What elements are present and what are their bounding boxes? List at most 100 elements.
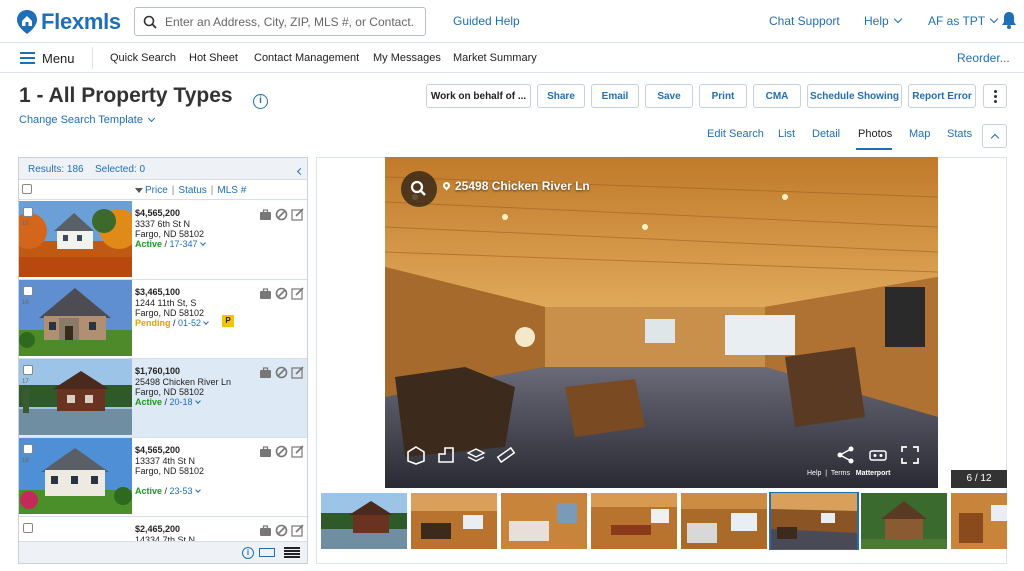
share-icon[interactable] — [835, 444, 857, 466]
photo-thumbnail[interactable] — [321, 493, 407, 549]
matterport-terms-link[interactable]: Terms — [831, 470, 850, 477]
briefcase-icon[interactable] — [259, 208, 272, 221]
select-all-checkbox[interactable] — [22, 184, 32, 194]
tab-photos[interactable]: Photos — [858, 128, 892, 140]
cma-button[interactable]: CMA — [753, 84, 801, 108]
ban-icon[interactable] — [275, 208, 288, 221]
listing-status: Active / 17-347 — [135, 239, 206, 249]
save-button[interactable]: Save — [645, 84, 693, 108]
tab-stats[interactable]: Stats — [947, 128, 972, 140]
row-checkbox[interactable] — [23, 365, 33, 375]
vr-icon[interactable] — [867, 444, 889, 466]
listing-row[interactable]: 18 $4,565,200 13337 4th St N Fargo, ND 5… — [19, 438, 307, 517]
menu-item-quick-search[interactable]: Quick Search — [110, 52, 176, 64]
pending-badge: P — [222, 315, 234, 327]
dollhouse-icon[interactable] — [405, 444, 427, 466]
listing-row-selected[interactable]: 17 $1,760,100 25498 Chicken River Ln Far… — [19, 359, 307, 438]
mls-number[interactable]: 17-347 — [170, 239, 206, 249]
briefcase-icon[interactable] — [259, 287, 272, 300]
listing-photo[interactable] — [19, 359, 132, 435]
info-icon[interactable]: i — [253, 94, 268, 109]
flexmls-logo[interactable]: Flexmls — [16, 9, 121, 35]
listing-photo[interactable] — [19, 438, 132, 514]
row-checkbox[interactable] — [23, 207, 33, 217]
photo-thumbnail-active[interactable] — [769, 492, 859, 550]
status-label: Active — [135, 239, 163, 249]
main-photo[interactable]: 25498 Chicken River Ln Help | Terms Matt… — [385, 157, 938, 488]
briefcase-icon[interactable] — [259, 524, 272, 537]
mls-number[interactable]: 23-53 — [170, 486, 201, 496]
change-search-template[interactable]: Change Search Template — [19, 114, 155, 126]
help-menu[interactable]: Help — [864, 14, 902, 28]
print-button[interactable]: Print — [699, 84, 747, 108]
edit-note-icon[interactable] — [291, 366, 304, 379]
hamburger-icon[interactable] — [20, 52, 35, 64]
matterport-brand[interactable]: Matterport — [856, 470, 891, 477]
row-checkbox[interactable] — [23, 444, 33, 454]
briefcase-icon[interactable] — [259, 366, 272, 379]
work-on-behalf-button[interactable]: Work on behalf of ... — [426, 84, 531, 108]
photo-thumbnail[interactable] — [501, 493, 587, 549]
user-menu[interactable]: AF as TPT — [928, 14, 999, 28]
ban-icon[interactable] — [275, 366, 288, 379]
tab-map[interactable]: Map — [909, 128, 930, 140]
photo-thumbnail[interactable] — [861, 493, 947, 549]
edit-note-icon[interactable] — [291, 445, 304, 458]
edit-note-icon[interactable] — [291, 524, 304, 537]
reorder-link[interactable]: Reorder... — [957, 51, 1010, 65]
share-button[interactable]: Share — [537, 84, 585, 108]
matterport-help-link[interactable]: Help — [807, 470, 821, 477]
photo-thumbnail[interactable] — [591, 493, 677, 549]
tab-list[interactable]: List — [778, 128, 795, 140]
selected-count[interactable]: Selected: 0 — [95, 164, 145, 175]
sort-mls[interactable]: MLS # — [217, 185, 246, 196]
listing-photo[interactable] — [19, 201, 132, 277]
global-search[interactable] — [134, 7, 426, 36]
search-icon — [143, 15, 157, 29]
mls-number[interactable]: 20-18 — [170, 397, 201, 407]
sort-price[interactable]: Price — [145, 185, 168, 196]
fullscreen-icon[interactable] — [899, 444, 921, 466]
ban-icon[interactable] — [275, 287, 288, 300]
floors-icon[interactable] — [465, 444, 487, 466]
edit-note-icon[interactable] — [291, 287, 304, 300]
search-input[interactable] — [165, 14, 415, 29]
menu-item-my-messages[interactable]: My Messages — [373, 52, 441, 64]
menu-item-hot-sheet[interactable]: Hot Sheet — [189, 52, 238, 64]
briefcase-icon[interactable] — [259, 445, 272, 458]
email-button[interactable]: Email — [591, 84, 639, 108]
menu-item-contact-management[interactable]: Contact Management — [254, 52, 359, 64]
mls-number[interactable]: 01-52 — [178, 318, 209, 328]
more-options-icon[interactable] — [983, 84, 1007, 108]
floorplan-icon[interactable] — [435, 444, 457, 466]
edit-note-icon[interactable] — [291, 208, 304, 221]
tab-detail[interactable]: Detail — [812, 128, 840, 140]
magnify-icon[interactable] — [401, 171, 437, 207]
info-icon[interactable]: i — [242, 547, 254, 559]
listing-price: $4,565,200 — [135, 208, 181, 218]
photo-thumbnail[interactable] — [411, 493, 497, 549]
measure-icon[interactable] — [495, 444, 517, 466]
collapse-button[interactable] — [982, 124, 1007, 148]
photo-thumbnail[interactable] — [951, 493, 1007, 549]
ban-icon[interactable] — [275, 445, 288, 458]
row-checkbox[interactable] — [23, 286, 33, 296]
card-view-icon[interactable] — [259, 548, 275, 557]
guided-help-link[interactable]: Guided Help — [453, 14, 520, 28]
menu-item-market-summary[interactable]: Market Summary — [453, 52, 537, 64]
report-error-button[interactable]: Report Error — [908, 84, 976, 108]
chevron-left-icon[interactable] — [296, 167, 305, 176]
listing-photo[interactable] — [19, 280, 132, 356]
row-checkbox[interactable] — [23, 523, 33, 533]
listing-row[interactable]: 15 $4,565,200 3337 6th St N Fargo, ND 58… — [19, 201, 307, 280]
chat-support-link[interactable]: Chat Support — [769, 14, 840, 28]
menu-label[interactable]: Menu — [42, 51, 75, 66]
tab-edit-search[interactable]: Edit Search — [707, 128, 764, 140]
list-view-icon[interactable] — [284, 547, 300, 559]
schedule-showing-button[interactable]: Schedule Showing — [807, 84, 902, 108]
photo-thumbnail[interactable] — [681, 493, 767, 549]
sort-status[interactable]: Status — [178, 185, 206, 196]
ban-icon[interactable] — [275, 524, 288, 537]
bell-icon[interactable] — [1001, 11, 1017, 29]
listing-row[interactable]: 16 $3,465,100 1244 11th St, S Fargo, ND … — [19, 280, 307, 359]
